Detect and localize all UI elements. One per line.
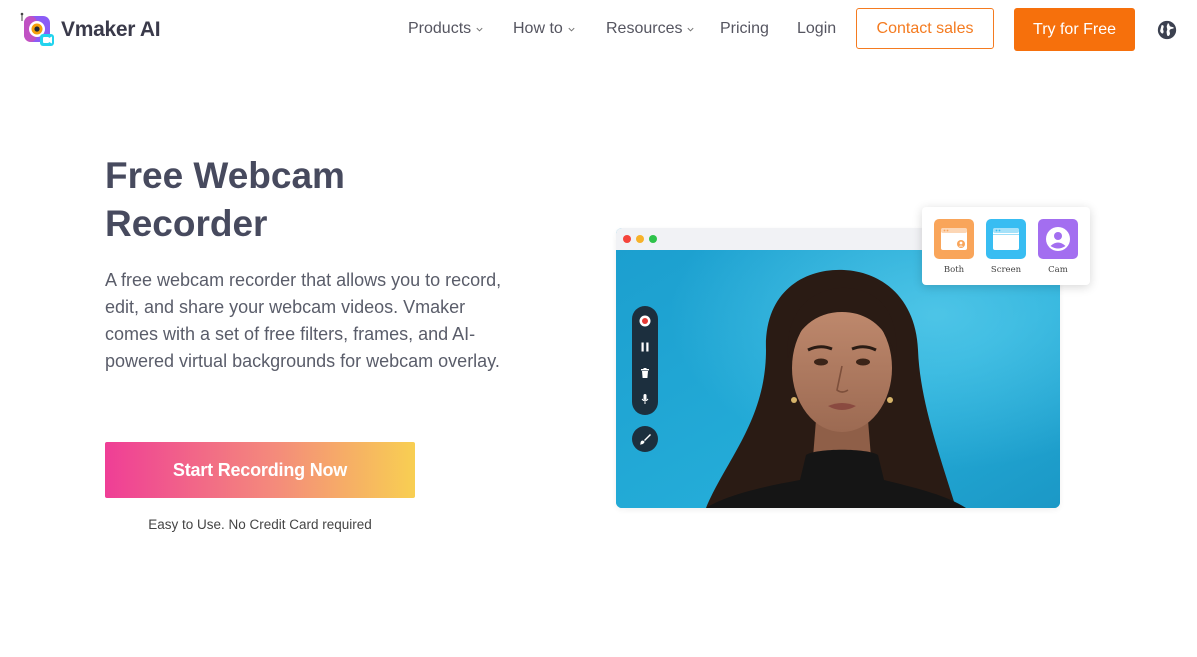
recording-mode-picker: Both Screen Cam <box>922 207 1090 285</box>
chevron-down-icon <box>476 27 483 32</box>
record-icon <box>639 315 651 327</box>
record-button[interactable] <box>632 310 658 332</box>
site-header: Vmaker AI Products How to Resources Pric… <box>0 0 1197 60</box>
nav-login[interactable]: Login <box>797 20 836 38</box>
nav-products[interactable]: Products <box>408 20 484 38</box>
globe-icon[interactable] <box>1156 19 1178 41</box>
nav-products-label: Products <box>408 20 472 37</box>
pause-button[interactable] <box>632 336 658 358</box>
try-for-free-button[interactable]: Try for Free <box>1014 8 1135 51</box>
brand-name: Vmaker AI <box>61 18 161 41</box>
nav-pricing[interactable]: Pricing <box>720 20 769 38</box>
mode-screen-label: Screen <box>990 265 1022 275</box>
contact-sales-button[interactable]: Contact sales <box>856 8 994 49</box>
trash-icon <box>641 368 649 378</box>
hero-note: Easy to Use. No Credit Card required <box>148 517 372 532</box>
mode-cam-option[interactable]: Cam <box>1038 219 1078 275</box>
nav-login-label: Login <box>797 20 837 37</box>
window-minimize-dot <box>636 235 644 243</box>
nav-how-to-label: How to <box>513 20 563 37</box>
page-title: Free Webcam Recorder <box>105 155 345 244</box>
mode-both-option[interactable]: Both <box>934 219 974 275</box>
pause-icon <box>641 342 649 352</box>
annotate-button[interactable] <box>632 426 658 452</box>
hero-description: A free webcam recorder that allows you t… <box>105 270 502 371</box>
microphone-button[interactable] <box>632 388 658 410</box>
cam-mode-icon <box>1038 219 1078 259</box>
nav-resources[interactable]: Resources <box>606 20 695 38</box>
nav-resources-label: Resources <box>606 20 683 37</box>
recording-toolbar <box>632 306 658 415</box>
brush-icon <box>640 434 651 445</box>
both-mode-icon <box>934 219 974 259</box>
mode-both-label: Both <box>943 265 965 275</box>
mode-cam-label: Cam <box>1048 265 1068 275</box>
nav-pricing-label: Pricing <box>720 20 769 37</box>
chevron-down-icon <box>568 27 575 32</box>
window-maximize-dot <box>649 235 657 243</box>
mic-icon <box>641 394 649 404</box>
chevron-down-icon <box>687 27 695 32</box>
screen-mode-icon <box>986 219 1026 259</box>
window-close-dot <box>623 235 631 243</box>
delete-button[interactable] <box>632 362 658 384</box>
mode-screen-option[interactable]: Screen <box>986 219 1026 275</box>
start-recording-button[interactable]: Start Recording Now <box>105 442 415 498</box>
brand-logo[interactable]: Vmaker AI <box>20 12 161 48</box>
vmaker-logo-icon <box>20 12 56 48</box>
nav-how-to[interactable]: How to <box>513 20 576 38</box>
webcam-preview-image <box>616 250 1060 508</box>
